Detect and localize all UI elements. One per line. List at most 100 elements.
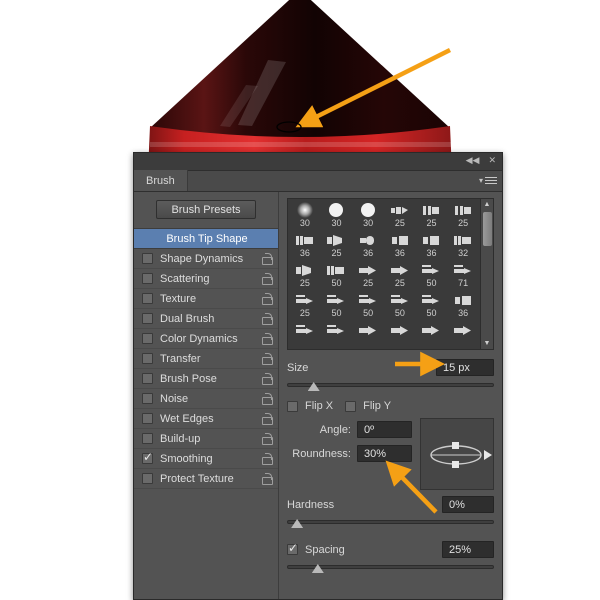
lock-icon[interactable] [262, 472, 273, 485]
option-checkbox[interactable] [142, 333, 153, 344]
brush-tip-cell[interactable]: 25 [352, 261, 384, 291]
brush-tip-cell[interactable]: 36 [352, 231, 384, 261]
brush-tip-icon [294, 261, 316, 278]
lock-icon[interactable] [262, 432, 273, 445]
option-checkbox[interactable] [142, 450, 153, 464]
angle-input[interactable]: 0º [357, 421, 412, 438]
option-checkbox[interactable] [142, 293, 153, 304]
brush-tip-icon [452, 261, 474, 278]
roundness-input[interactable]: 30% [357, 445, 412, 462]
sidebar-item-shape-dynamics[interactable]: Shape Dynamics [134, 249, 278, 269]
sidebar-item-dual-brush[interactable]: Dual Brush [134, 309, 278, 329]
hardness-input[interactable]: 0% [442, 496, 494, 513]
lock-icon[interactable] [262, 392, 273, 405]
brush-tip-cell[interactable]: 25 [416, 201, 448, 231]
brush-tip-cell[interactable] [384, 321, 416, 349]
option-checkbox[interactable] [142, 253, 153, 264]
flip-y-box[interactable] [345, 400, 357, 412]
brush-tip-cell[interactable]: 36 [289, 231, 321, 261]
spacing-input[interactable]: 25% [442, 541, 494, 558]
lock-icon[interactable] [262, 252, 273, 265]
option-checkbox[interactable] [142, 373, 153, 384]
brush-tip-cell[interactable] [321, 321, 353, 349]
lock-icon[interactable] [262, 372, 273, 385]
spacing-slider[interactable] [287, 562, 494, 574]
size-input[interactable]: 15 px [436, 359, 494, 376]
lock-icon[interactable] [262, 312, 273, 325]
brush-tip-cell[interactable]: 30 [352, 201, 384, 231]
brush-tip-cell[interactable]: 25 [447, 201, 479, 231]
flip-y-checkbox[interactable]: Flip Y [345, 400, 391, 412]
brush-tip-cell[interactable]: 36 [416, 231, 448, 261]
lock-icon[interactable] [262, 452, 273, 465]
sidebar-item-texture[interactable]: Texture [134, 289, 278, 309]
sidebar-item-noise[interactable]: Noise [134, 389, 278, 409]
spacing-label: Spacing [305, 543, 345, 556]
brush-tip-cell[interactable]: 50 [352, 291, 384, 321]
sidebar-item-smoothing[interactable]: Smoothing [134, 449, 278, 469]
brush-tip-cell[interactable]: 30 [289, 201, 321, 231]
brush-tip-cell[interactable]: 50 [321, 291, 353, 321]
hardness-label: Hardness [287, 498, 335, 511]
flip-x-box[interactable] [287, 400, 298, 412]
brush-presets-button[interactable]: Brush Presets [156, 200, 256, 219]
lock-icon[interactable] [262, 272, 273, 285]
brush-tip-icon [420, 291, 442, 308]
brush-tip-cell[interactable]: 50 [416, 261, 448, 291]
brush-tip-cell[interactable]: 36 [384, 231, 416, 261]
brush-tip-cell[interactable]: 30 [321, 201, 353, 231]
flip-x-checkbox[interactable]: Flip X [287, 400, 333, 412]
sidebar-item-transfer[interactable]: Transfer [134, 349, 278, 369]
option-checkbox[interactable] [142, 433, 153, 444]
brush-tip-cell[interactable]: 25 [384, 261, 416, 291]
brush-shape-preview[interactable] [420, 418, 494, 490]
brush-tip-cell[interactable] [416, 321, 448, 349]
sidebar-item-label: Noise [160, 392, 189, 405]
brush-tip-cell[interactable]: 50 [321, 261, 353, 291]
option-checkbox[interactable] [142, 393, 153, 404]
sidebar-item-label: Build-up [160, 432, 201, 445]
brush-grid-scrollbar[interactable]: ▲ ▼ [480, 199, 493, 349]
option-checkbox[interactable] [142, 313, 153, 324]
scroll-up-icon[interactable]: ▲ [481, 199, 493, 210]
panel-menu-icon[interactable]: ▾ [479, 175, 497, 186]
brush-tip-cell[interactable]: 36 [447, 291, 479, 321]
sidebar-item-label: Brush Tip Shape [166, 232, 248, 245]
brush-tip-cell[interactable]: 25 [321, 231, 353, 261]
sidebar-item-color-dynamics[interactable]: Color Dynamics [134, 329, 278, 349]
sidebar-item-protect-texture[interactable]: Protect Texture [134, 469, 278, 489]
sidebar-item-wet-edges[interactable]: Wet Edges [134, 409, 278, 429]
brush-tip-cell[interactable]: 25 [289, 261, 321, 291]
brush-tip-cell[interactable] [289, 321, 321, 349]
option-checkbox[interactable] [142, 273, 153, 284]
collapse-icon[interactable]: ◀◀ [466, 156, 480, 165]
lock-icon[interactable] [262, 412, 273, 425]
brush-tip-cell[interactable]: 71 [447, 261, 479, 291]
tab-brush[interactable]: Brush [134, 170, 188, 191]
brush-tip-cell[interactable] [352, 321, 384, 349]
option-checkbox[interactable] [142, 413, 153, 424]
option-checkbox[interactable] [142, 473, 153, 484]
brush-tip-cell[interactable]: 25 [289, 291, 321, 321]
scrollbar-thumb[interactable] [483, 212, 492, 246]
option-checkbox[interactable] [142, 353, 153, 364]
lock-icon[interactable] [262, 292, 273, 305]
scroll-down-icon[interactable]: ▼ [481, 338, 493, 349]
lock-icon[interactable] [262, 332, 273, 345]
brush-tip-cell[interactable]: 50 [416, 291, 448, 321]
brush-tip-cell[interactable]: 32 [447, 231, 479, 261]
sidebar-item-brush-pose[interactable]: Brush Pose [134, 369, 278, 389]
lock-icon[interactable] [262, 352, 273, 365]
sidebar-item-scattering[interactable]: Scattering [134, 269, 278, 289]
brush-tip-cell[interactable]: 50 [384, 291, 416, 321]
brush-tip-cell[interactable]: 25 [384, 201, 416, 231]
close-icon[interactable]: ✕ [488, 156, 496, 165]
flip-x-label: Flip X [305, 400, 334, 412]
spacing-checkbox[interactable] [287, 541, 298, 555]
sidebar-item-brush-tip-shape[interactable]: Brush Tip Shape [134, 229, 278, 249]
brush-tip-cell[interactable] [447, 321, 479, 349]
sidebar-item-build-up[interactable]: Build-up [134, 429, 278, 449]
flip-y-label: Flip Y [363, 400, 392, 412]
size-slider[interactable] [287, 380, 494, 392]
hardness-slider[interactable] [287, 517, 494, 529]
